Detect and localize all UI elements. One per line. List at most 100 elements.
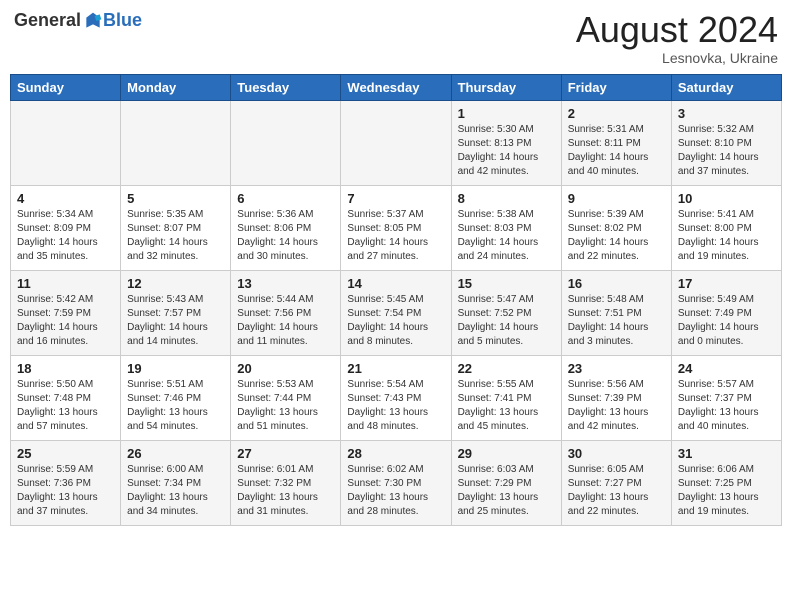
day-number: 13 [237,276,334,291]
calendar-cell: 12 Sunrise: 5:43 AM Sunset: 7:57 PM Dayli… [121,270,231,355]
column-header-saturday: Saturday [671,74,781,100]
day-info: Sunrise: 5:54 AM Sunset: 7:43 PM Dayligh… [347,378,444,434]
logo-icon [83,11,103,31]
day-number: 19 [127,361,224,376]
calendar-cell [11,100,121,185]
calendar-cell: 29 Sunrise: 6:03 AM Sunset: 7:29 PM Dayli… [451,440,561,525]
day-info: Sunrise: 5:36 AM Sunset: 8:06 PM Dayligh… [237,208,334,264]
column-header-thursday: Thursday [451,74,561,100]
calendar-cell: 24Sunrise: 5:57 AM Sunset: 7:37 PM Dayli… [671,355,781,440]
day-info: Sunrise: 5:37 AM Sunset: 8:05 PM Dayligh… [347,208,444,264]
column-header-monday: Monday [121,74,231,100]
calendar-cell [341,100,451,185]
calendar-cell: 7 Sunrise: 5:37 AM Sunset: 8:05 PM Daylig… [341,185,451,270]
column-header-friday: Friday [561,74,671,100]
day-info: Sunrise: 5:51 AM Sunset: 7:46 PM Dayligh… [127,378,224,434]
column-header-tuesday: Tuesday [231,74,341,100]
day-number: 12 [127,276,224,291]
day-number: 15 [458,276,555,291]
day-number: 6 [237,191,334,206]
day-info: Sunrise: 5:39 AM Sunset: 8:02 PM Dayligh… [568,208,665,264]
day-number: 5 [127,191,224,206]
day-number: 9 [568,191,665,206]
day-number: 4 [17,191,114,206]
day-number: 28 [347,446,444,461]
calendar-cell: 1 Sunrise: 5:30 AM Sunset: 8:13 PM Daylig… [451,100,561,185]
calendar-cell: 13Sunrise: 5:44 AM Sunset: 7:56 PM Dayli… [231,270,341,355]
title-block: August 2024 Lesnovka, Ukraine [576,10,778,66]
day-info: Sunrise: 6:00 AM Sunset: 7:34 PM Dayligh… [127,463,224,519]
day-number: 14 [347,276,444,291]
calendar-week-row: 11Sunrise: 5:42 AM Sunset: 7:59 PM Dayli… [11,270,782,355]
day-info: Sunrise: 5:31 AM Sunset: 8:11 PM Dayligh… [568,123,665,179]
day-info: Sunrise: 6:01 AM Sunset: 7:32 PM Dayligh… [237,463,334,519]
day-info: Sunrise: 5:43 AM Sunset: 7:57 PM Dayligh… [127,293,224,349]
month-year-title: August 2024 [576,10,778,50]
day-info: Sunrise: 5:47 AM Sunset: 7:52 PM Dayligh… [458,293,555,349]
day-number: 29 [458,446,555,461]
day-number: 27 [237,446,334,461]
day-number: 18 [17,361,114,376]
day-info: Sunrise: 5:59 AM Sunset: 7:36 PM Dayligh… [17,463,114,519]
day-number: 24 [678,361,775,376]
day-info: Sunrise: 5:49 AM Sunset: 7:49 PM Dayligh… [678,293,775,349]
day-number: 17 [678,276,775,291]
calendar-cell: 3 Sunrise: 5:32 AM Sunset: 8:10 PM Daylig… [671,100,781,185]
calendar-cell [121,100,231,185]
calendar-cell: 15 Sunrise: 5:47 AM Sunset: 7:52 PM Dayli… [451,270,561,355]
day-number: 25 [17,446,114,461]
day-info: Sunrise: 5:35 AM Sunset: 8:07 PM Dayligh… [127,208,224,264]
calendar-cell: 5 Sunrise: 5:35 AM Sunset: 8:07 PM Daylig… [121,185,231,270]
calendar-cell: 30Sunrise: 6:05 AM Sunset: 7:27 PM Dayli… [561,440,671,525]
calendar-cell: 31 Sunrise: 6:06 AM Sunset: 7:25 PM Dayli… [671,440,781,525]
calendar-week-row: 4 Sunrise: 5:34 AM Sunset: 8:09 PM Daylig… [11,185,782,270]
day-info: Sunrise: 6:03 AM Sunset: 7:29 PM Dayligh… [458,463,555,519]
calendar-cell [231,100,341,185]
day-number: 10 [678,191,775,206]
day-info: Sunrise: 5:32 AM Sunset: 8:10 PM Dayligh… [678,123,775,179]
calendar-week-row: 18Sunrise: 5:50 AM Sunset: 7:48 PM Dayli… [11,355,782,440]
day-number: 3 [678,106,775,121]
calendar-cell: 4 Sunrise: 5:34 AM Sunset: 8:09 PM Daylig… [11,185,121,270]
calendar-cell: 21Sunrise: 5:54 AM Sunset: 7:43 PM Dayli… [341,355,451,440]
day-info: Sunrise: 5:48 AM Sunset: 7:51 PM Dayligh… [568,293,665,349]
day-number: 23 [568,361,665,376]
calendar-cell: 20 Sunrise: 5:53 AM Sunset: 7:44 PM Dayli… [231,355,341,440]
calendar-cell: 23 Sunrise: 5:56 AM Sunset: 7:39 PM Dayli… [561,355,671,440]
day-number: 7 [347,191,444,206]
day-number: 1 [458,106,555,121]
column-header-wednesday: Wednesday [341,74,451,100]
calendar-week-row: 1 Sunrise: 5:30 AM Sunset: 8:13 PM Daylig… [11,100,782,185]
calendar-cell: 14 Sunrise: 5:45 AM Sunset: 7:54 PM Dayli… [341,270,451,355]
calendar-cell: 6 Sunrise: 5:36 AM Sunset: 8:06 PM Daylig… [231,185,341,270]
logo-general-text: General [14,10,81,31]
day-info: Sunrise: 6:02 AM Sunset: 7:30 PM Dayligh… [347,463,444,519]
day-info: Sunrise: 5:55 AM Sunset: 7:41 PM Dayligh… [458,378,555,434]
day-info: Sunrise: 5:30 AM Sunset: 8:13 PM Dayligh… [458,123,555,179]
day-info: Sunrise: 5:53 AM Sunset: 7:44 PM Dayligh… [237,378,334,434]
column-header-sunday: Sunday [11,74,121,100]
calendar-cell: 22 Sunrise: 5:55 AM Sunset: 7:41 PM Dayli… [451,355,561,440]
logo-blue-text: Blue [103,10,142,31]
day-number: 20 [237,361,334,376]
day-number: 22 [458,361,555,376]
day-info: Sunrise: 5:38 AM Sunset: 8:03 PM Dayligh… [458,208,555,264]
day-info: Sunrise: 6:06 AM Sunset: 7:25 PM Dayligh… [678,463,775,519]
day-number: 16 [568,276,665,291]
calendar-cell: 16 Sunrise: 5:48 AM Sunset: 7:51 PM Dayli… [561,270,671,355]
day-info: Sunrise: 5:45 AM Sunset: 7:54 PM Dayligh… [347,293,444,349]
day-number: 2 [568,106,665,121]
day-info: Sunrise: 5:34 AM Sunset: 8:09 PM Dayligh… [17,208,114,264]
calendar-cell: 27 Sunrise: 6:01 AM Sunset: 7:32 PM Dayli… [231,440,341,525]
calendar-cell: 9 Sunrise: 5:39 AM Sunset: 8:02 PM Daylig… [561,185,671,270]
day-number: 31 [678,446,775,461]
calendar-table: SundayMondayTuesdayWednesdayThursdayFrid… [10,74,782,526]
calendar-cell: 25 Sunrise: 5:59 AM Sunset: 7:36 PM Dayli… [11,440,121,525]
day-number: 30 [568,446,665,461]
calendar-cell: 19 Sunrise: 5:51 AM Sunset: 7:46 PM Dayli… [121,355,231,440]
calendar-cell: 11Sunrise: 5:42 AM Sunset: 7:59 PM Dayli… [11,270,121,355]
calendar-cell: 18Sunrise: 5:50 AM Sunset: 7:48 PM Dayli… [11,355,121,440]
logo: General Blue [14,10,142,31]
day-info: Sunrise: 5:56 AM Sunset: 7:39 PM Dayligh… [568,378,665,434]
calendar-week-row: 25 Sunrise: 5:59 AM Sunset: 7:36 PM Dayli… [11,440,782,525]
